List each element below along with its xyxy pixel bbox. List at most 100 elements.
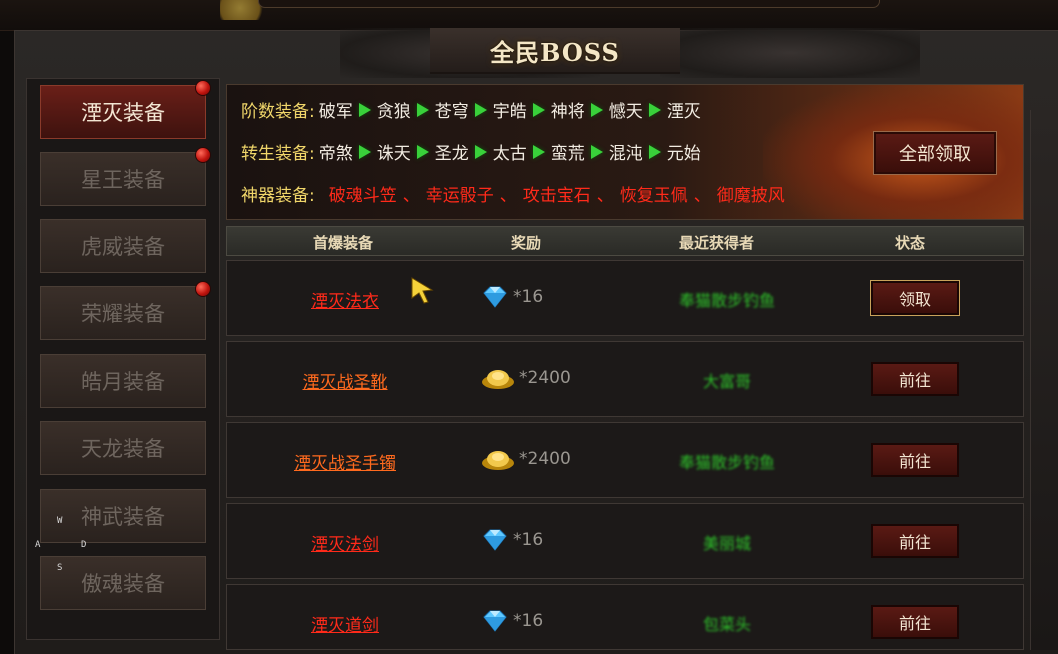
sidebar-item-shenwu[interactable]: 神武装备	[40, 489, 206, 543]
sidebar-item-yanmie[interactable]: 湮灭装备	[40, 80, 211, 139]
sidebar-item-xingwang[interactable]: 星王装备	[40, 147, 211, 206]
goto-button-label: 前往	[898, 533, 931, 552]
goto-button-label: 前往	[898, 371, 931, 390]
diamond-icon	[483, 610, 507, 632]
rebirth-item: 帝煞	[318, 144, 353, 164]
table-row: 湮灭法衣 *16 奉猫散步钓鱼 领取	[226, 260, 1024, 336]
equipment-link[interactable]: 湮灭法衣	[285, 287, 405, 312]
rebirth-item: 诛天	[376, 144, 411, 164]
sidebar-item-huwei[interactable]: 虎威装备	[40, 219, 206, 273]
column-header-equipment: 首爆装备	[313, 234, 374, 252]
key-w-hint: W	[57, 516, 63, 526]
goto-button[interactable]: 前往	[871, 605, 959, 639]
diamond-icon	[483, 529, 507, 551]
reward-quantity: *2400	[519, 449, 571, 469]
table-row: 湮灭战圣手镯 *2400 奉猫散步钓鱼 前往	[226, 422, 1024, 498]
goto-button[interactable]: 前往	[871, 443, 959, 477]
reward-cell: *2400	[481, 366, 571, 390]
arrow-right-icon	[474, 144, 487, 159]
sidebar-item-label: 荣耀装备	[81, 302, 165, 326]
goto-button-label: 前往	[898, 452, 931, 471]
separator: 、	[402, 186, 420, 206]
reward-cell: *16	[481, 528, 543, 552]
arrow-right-icon	[358, 102, 371, 117]
tier-item: 贪狼	[376, 102, 411, 122]
notification-dot-icon	[195, 147, 211, 163]
tier-item: 苍穹	[434, 102, 469, 122]
claim-all-button[interactable]: 全部领取	[873, 131, 997, 175]
tier-item: 憾天	[608, 102, 643, 122]
sidebar-item-label: 天龙装备	[81, 437, 165, 461]
artifact-label: 神器装备:	[241, 186, 315, 206]
arrow-right-icon	[474, 102, 487, 117]
rebirth-equipment-row: 转生装备: 帝煞 诛天 圣龙 太古 蛮荒 混沌 元始	[241, 139, 701, 164]
arrow-right-icon	[590, 144, 603, 159]
rebirth-item: 混沌	[608, 144, 643, 164]
reward-quantity: *16	[513, 611, 544, 631]
claim-all-label: 全部领取	[899, 144, 971, 165]
key-d-hint: D	[81, 540, 87, 550]
column-header-status: 状态	[895, 234, 926, 252]
page-title: 全民BOSS	[490, 37, 620, 67]
table-row: 湮灭道剑 *16 包菜头 前往	[226, 584, 1024, 650]
sidebar-item-label: 湮灭装备	[81, 101, 165, 125]
reward-cell: *16	[481, 285, 543, 309]
sidebar-item-rongyao[interactable]: 荣耀装备	[40, 281, 211, 340]
gold-ingot-icon	[482, 451, 514, 470]
top-decor-strip	[0, 0, 1058, 31]
arrow-right-icon	[358, 144, 371, 159]
tier-item: 宇皓	[492, 102, 527, 122]
sidebar-item-label: 虎威装备	[81, 235, 165, 259]
arrow-right-icon	[590, 102, 603, 117]
rebirth-item: 蛮荒	[550, 144, 585, 164]
reward-quantity: *16	[513, 287, 544, 307]
category-sidebar: 湮灭装备 星王装备 虎威装备 荣耀装备 皓月装备 天龙装备 神武装备 傲魂装备	[26, 78, 220, 640]
table-header: 首爆装备 奖励 最近获得者 状态	[226, 226, 1024, 256]
sidebar-item-label: 皓月装备	[81, 370, 165, 394]
reward-quantity: *16	[513, 530, 544, 550]
reward-cell: *2400	[481, 447, 571, 471]
tier-equipment-row: 阶数装备: 破军 贪狼 苍穹 宇皓 神将 憾天 湮灭	[241, 97, 701, 122]
sidebar-item-tianlong[interactable]: 天龙装备	[40, 421, 206, 475]
reward-quantity: *2400	[519, 368, 571, 388]
equipment-link[interactable]: 湮灭法剑	[285, 530, 405, 555]
claim-button[interactable]: 领取	[870, 280, 960, 316]
sidebar-item-label: 星王装备	[81, 168, 165, 192]
rebirth-item: 元始	[666, 144, 701, 164]
key-s-hint: S	[57, 563, 63, 573]
arrow-right-icon	[648, 144, 661, 159]
right-edge-decor	[1030, 110, 1058, 650]
recent-winner-name: 奉猫散步钓鱼	[678, 291, 775, 310]
notification-dot-icon	[195, 281, 211, 297]
separator: 、	[499, 186, 517, 206]
artifact-item: 攻击宝石	[522, 186, 591, 206]
title-plate: 全民BOSS	[430, 28, 680, 74]
table-row: 湮灭战圣靴 *2400 大富哥 前往	[226, 341, 1024, 417]
dragon-ornament-right-icon	[660, 28, 920, 78]
sidebar-item-label: 神武装备	[81, 505, 165, 529]
tier-item: 破军	[318, 102, 353, 122]
sidebar-item-aohun[interactable]: 傲魂装备	[40, 556, 206, 610]
arrow-right-icon	[416, 144, 429, 159]
key-a-hint: A	[35, 540, 41, 550]
arrow-right-icon	[416, 102, 429, 117]
reward-cell: *16	[481, 609, 543, 633]
equipment-link[interactable]: 湮灭战圣靴	[285, 368, 405, 393]
sidebar-item-label: 傲魂装备	[81, 572, 165, 596]
table-row: 湮灭法剑 *16 美丽城 前往	[226, 503, 1024, 579]
recent-winner-name: 美丽城	[702, 534, 751, 553]
rebirth-item: 圣龙	[434, 144, 469, 164]
arrow-right-icon	[648, 102, 661, 117]
equipment-link[interactable]: 湮灭战圣手镯	[285, 449, 405, 474]
recent-winner-name: 包菜头	[702, 615, 751, 634]
artifact-item: 御魔披风	[716, 186, 785, 206]
goto-button[interactable]: 前往	[871, 362, 959, 396]
sidebar-item-haoyue[interactable]: 皓月装备	[40, 354, 206, 408]
equipment-link[interactable]: 湮灭道剑	[285, 611, 405, 636]
goto-button[interactable]: 前往	[871, 524, 959, 558]
artifact-item: 恢复玉佩	[619, 186, 688, 206]
rebirth-item: 太古	[492, 144, 527, 164]
arrow-right-icon	[532, 102, 545, 117]
separator: 、	[596, 186, 614, 206]
top-bar-decor	[258, 0, 880, 8]
